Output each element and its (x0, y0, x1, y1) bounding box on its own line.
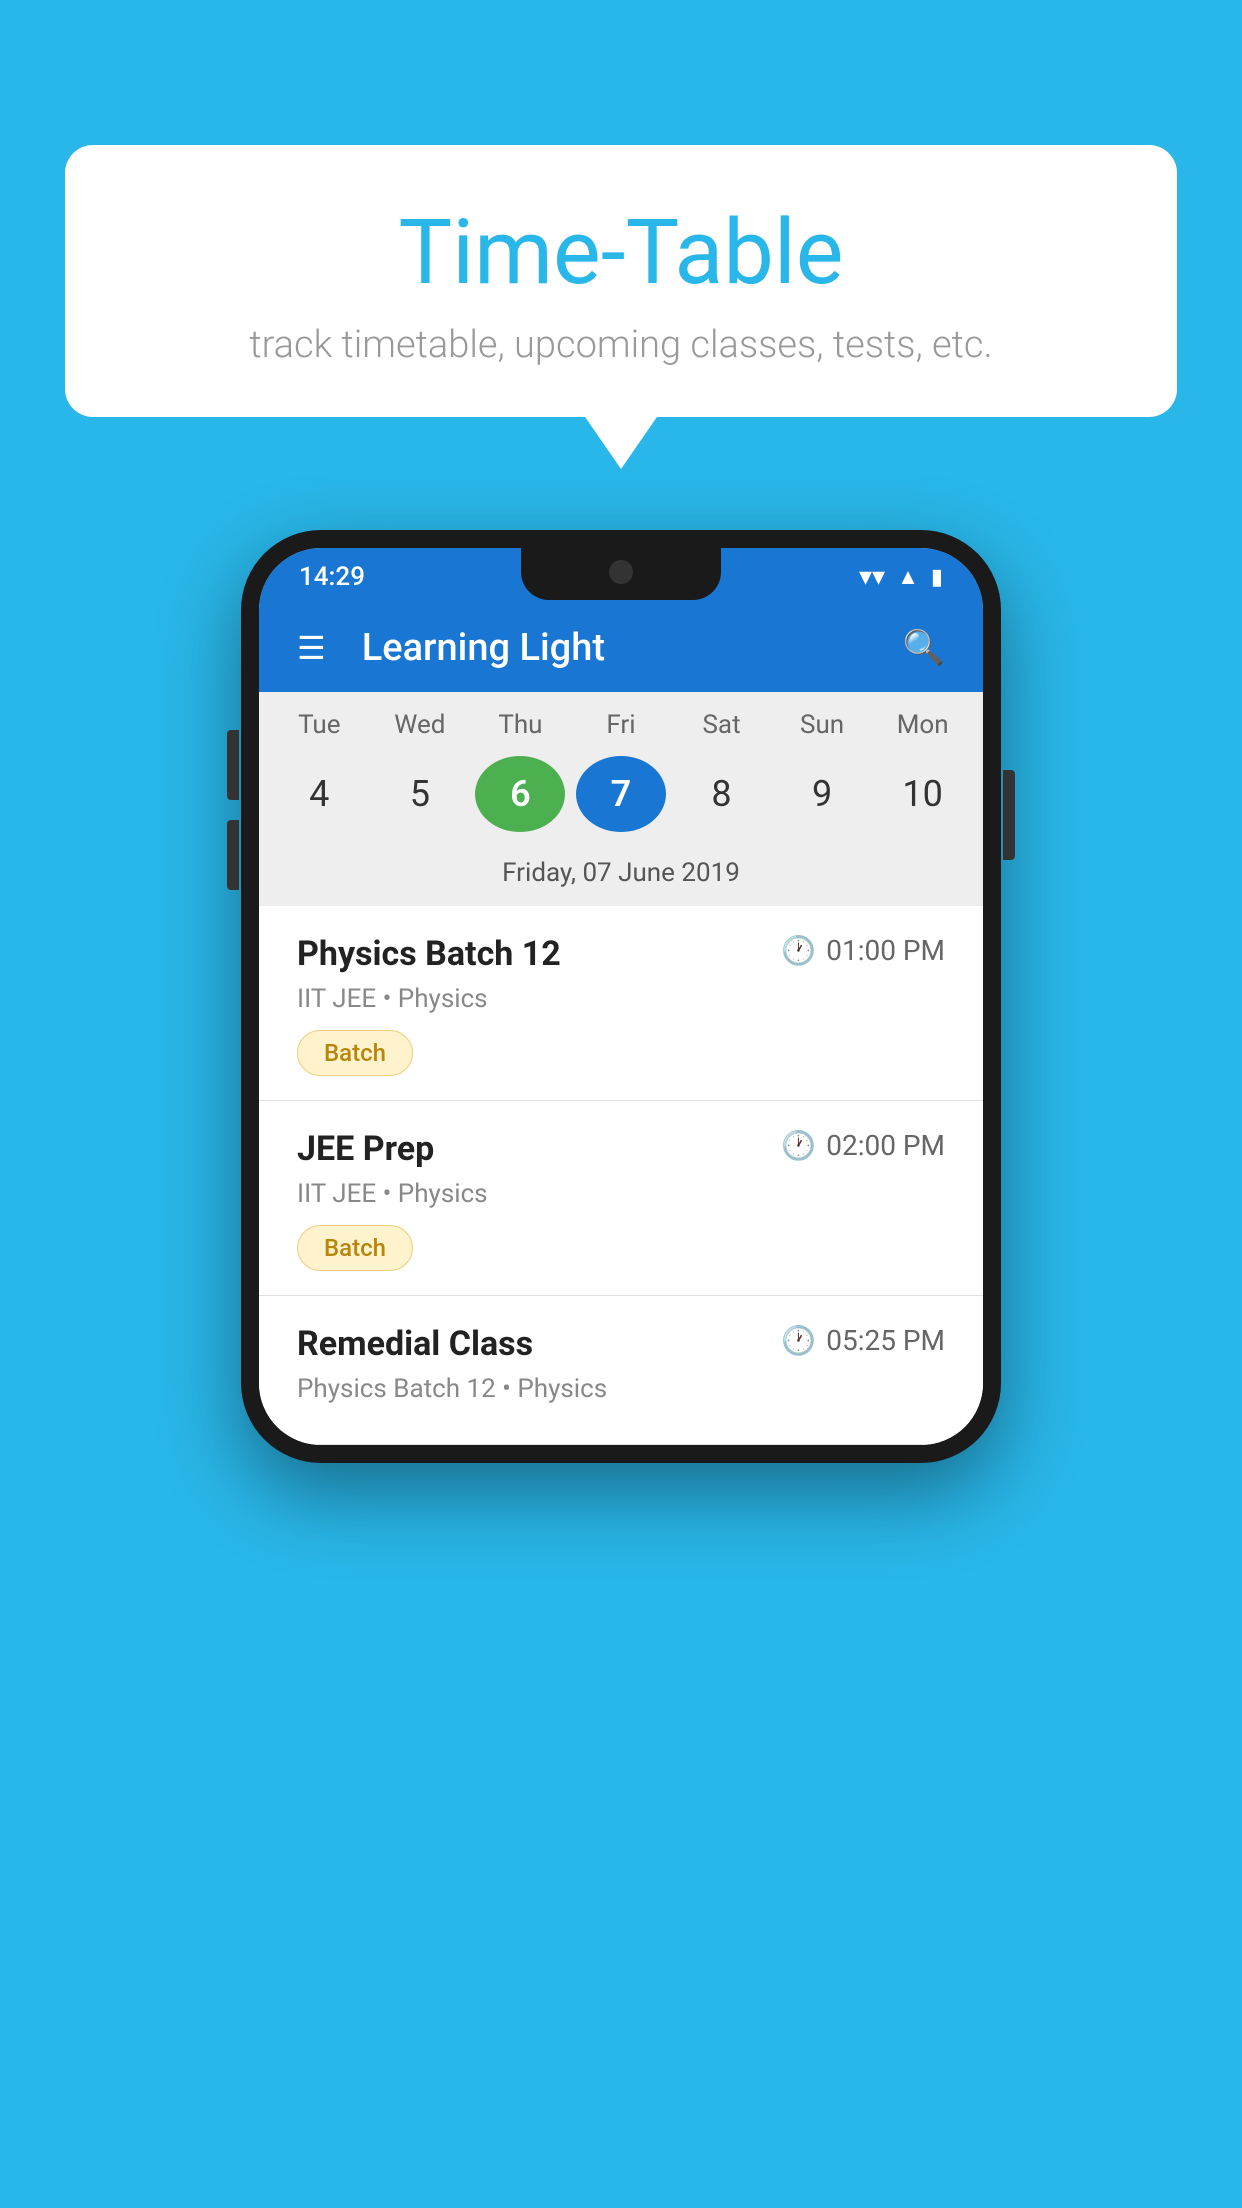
day-9[interactable]: 9 (777, 756, 867, 832)
status-time: 14:29 (299, 562, 365, 592)
clock-icon-2: 🕐 (781, 1129, 816, 1162)
selected-date-label: Friday, 07 June 2019 (259, 848, 983, 906)
app-bar: ☰ Learning Light 🔍 (259, 604, 983, 692)
day-6-today[interactable]: 6 (475, 756, 565, 832)
schedule-item-1-header: Physics Batch 12 🕐 01:00 PM (297, 934, 945, 974)
schedule-item-1-badge: Batch (297, 1030, 413, 1076)
schedule-item-3[interactable]: Remedial Class 🕐 05:25 PM Physics Batch … (259, 1296, 983, 1445)
clock-icon-1: 🕐 (781, 934, 816, 967)
day-header-wed: Wed (375, 710, 465, 740)
day-header-tue: Tue (274, 710, 364, 740)
page-subtitle: track timetable, upcoming classes, tests… (125, 323, 1117, 367)
schedule-item-1-subtitle: IIT JEE • Physics (297, 984, 945, 1014)
schedule-item-3-subtitle: Physics Batch 12 • Physics (297, 1374, 945, 1404)
day-header-sat: Sat (677, 710, 767, 740)
signal-icon: ▲ (897, 564, 919, 590)
schedule-item-3-header: Remedial Class 🕐 05:25 PM (297, 1324, 945, 1364)
front-camera (609, 560, 633, 584)
schedule-item-1-time: 🕐 01:00 PM (781, 934, 945, 967)
speech-bubble-section: Time-Table track timetable, upcoming cla… (65, 145, 1177, 417)
day-5[interactable]: 5 (375, 756, 465, 832)
day-numbers-row: 4 5 6 7 8 9 10 (259, 750, 983, 848)
schedule-item-2-time-value: 02:00 PM (826, 1129, 945, 1162)
page-title: Time-Table (125, 200, 1117, 305)
status-icons: ▾▾ ▲ ▮ (859, 562, 943, 592)
phone-screen: 14:29 ▾▾ ▲ ▮ ☰ Learning Light 🔍 Tue Wed … (259, 548, 983, 1445)
schedule-item-2-subtitle: IIT JEE • Physics (297, 1179, 945, 1209)
volume-down-button (227, 820, 239, 890)
search-icon[interactable]: 🔍 (903, 628, 945, 668)
day-headers-row: Tue Wed Thu Fri Sat Sun Mon (259, 710, 983, 750)
day-4[interactable]: 4 (274, 756, 364, 832)
schedule-item-2-name: JEE Prep (297, 1129, 434, 1169)
schedule-item-1-name: Physics Batch 12 (297, 934, 561, 974)
wifi-icon: ▾▾ (859, 562, 885, 592)
schedule-item-2-badge: Batch (297, 1225, 413, 1271)
day-header-mon: Mon (878, 710, 968, 740)
schedule-item-2-time: 🕐 02:00 PM (781, 1129, 945, 1162)
volume-up-button (227, 730, 239, 800)
calendar-strip: Tue Wed Thu Fri Sat Sun Mon 4 5 6 7 8 9 … (259, 692, 983, 906)
app-title: Learning Light (362, 626, 903, 670)
day-header-sun: Sun (777, 710, 867, 740)
schedule-item-1-time-value: 01:00 PM (826, 934, 945, 967)
speech-bubble-card: Time-Table track timetable, upcoming cla… (65, 145, 1177, 417)
phone-outer-shell: 14:29 ▾▾ ▲ ▮ ☰ Learning Light 🔍 Tue Wed … (241, 530, 1001, 1463)
schedule-item-1[interactable]: Physics Batch 12 🕐 01:00 PM IIT JEE • Ph… (259, 906, 983, 1101)
power-button (1003, 770, 1015, 860)
day-8[interactable]: 8 (677, 756, 767, 832)
battery-icon: ▮ (931, 565, 943, 590)
schedule-item-3-name: Remedial Class (297, 1324, 533, 1364)
day-10[interactable]: 10 (878, 756, 968, 832)
clock-icon-3: 🕐 (781, 1324, 816, 1357)
schedule-item-2-header: JEE Prep 🕐 02:00 PM (297, 1129, 945, 1169)
phone-mockup: 14:29 ▾▾ ▲ ▮ ☰ Learning Light 🔍 Tue Wed … (241, 530, 1001, 1463)
day-header-fri: Fri (576, 710, 666, 740)
phone-notch (521, 548, 721, 600)
schedule-item-3-time: 🕐 05:25 PM (781, 1324, 945, 1357)
schedule-item-3-time-value: 05:25 PM (826, 1324, 945, 1357)
day-header-thu: Thu (475, 710, 565, 740)
schedule-item-2[interactable]: JEE Prep 🕐 02:00 PM IIT JEE • Physics Ba… (259, 1101, 983, 1296)
hamburger-menu-icon[interactable]: ☰ (297, 629, 326, 667)
schedule-list: Physics Batch 12 🕐 01:00 PM IIT JEE • Ph… (259, 906, 983, 1445)
day-7-selected[interactable]: 7 (576, 756, 666, 832)
